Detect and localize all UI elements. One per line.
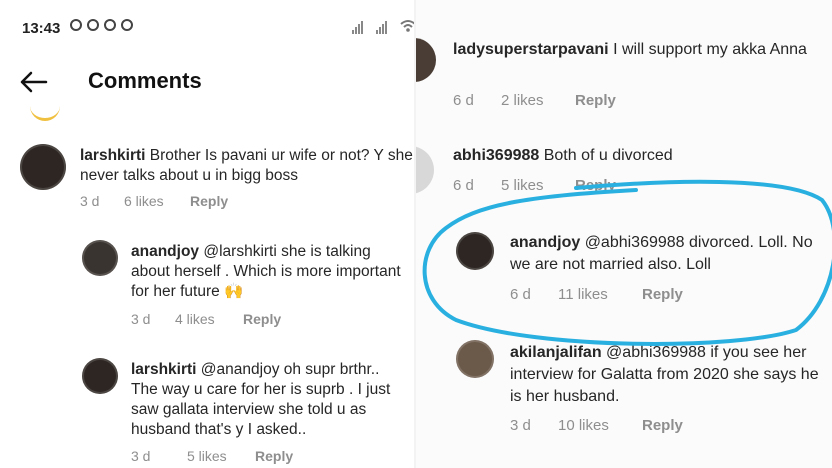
signal-icon: [376, 18, 387, 34]
avatar[interactable]: [20, 144, 66, 190]
comment-likes[interactable]: 4 likes: [175, 311, 243, 327]
comment-meta: 3 d 6 likes Reply: [80, 193, 228, 209]
reply-button[interactable]: Reply: [190, 193, 228, 209]
comment-likes[interactable]: 5 likes: [187, 448, 255, 464]
reply-button[interactable]: Reply: [255, 448, 293, 464]
reply-button[interactable]: Reply: [243, 311, 281, 327]
comment-username[interactable]: larshkirti: [131, 361, 196, 378]
avatar[interactable]: [82, 240, 118, 276]
status-icons: [70, 19, 133, 31]
sync-icon: [104, 19, 116, 31]
comment-username[interactable]: anandjoy: [131, 243, 199, 260]
alarm-icon: [70, 19, 82, 31]
avatar[interactable]: [82, 358, 118, 394]
status-time: 13:43: [22, 20, 61, 37]
left-screenshot-panel: 13:43 Comments larshkirti Brother Is pav…: [0, 0, 416, 468]
comment-text: larshkirti @anandjoy oh supr brthr.. The…: [131, 360, 403, 440]
comment-text: anandjoy @larshkirti she is talking abou…: [131, 242, 403, 302]
comment-age: 3 d: [131, 448, 151, 464]
comment-age: 3 d: [80, 193, 100, 209]
comment-username[interactable]: larshkirti: [80, 147, 145, 164]
right-screenshot-panel: ladysuperstarpavani I will support my ak…: [416, 0, 832, 468]
sync-icon: [87, 19, 99, 31]
comment-age: 3 d: [131, 311, 151, 327]
comment-text: larshkirti Brother Is pavani ur wife or …: [80, 146, 416, 186]
avatar-story-ring: [30, 104, 60, 121]
status-bar: 13:43: [0, 0, 416, 56]
comment-meta: 3 d 4 likes Reply: [131, 311, 281, 327]
alarm-icon: [121, 19, 133, 31]
comment-likes[interactable]: 6 likes: [124, 193, 190, 209]
comments-header: Comments: [0, 56, 416, 116]
back-arrow-icon[interactable]: [18, 70, 48, 94]
page-title: Comments: [88, 68, 202, 93]
highlight-circle-annotation: [422, 179, 832, 346]
comment-meta: 3 d 5 likes Reply: [131, 448, 293, 464]
signal-icon: [352, 18, 363, 34]
